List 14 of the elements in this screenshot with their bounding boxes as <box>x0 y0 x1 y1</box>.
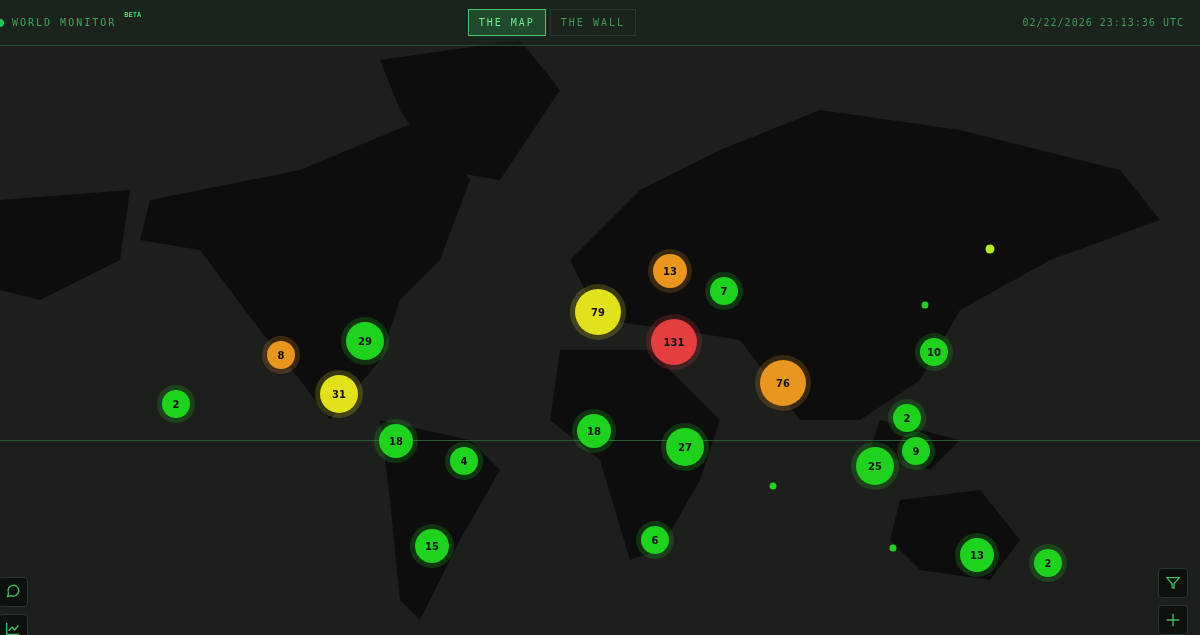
filter-button[interactable] <box>1158 568 1188 598</box>
zoom-in-icon <box>1164 611 1182 629</box>
filter-icon <box>1164 574 1182 592</box>
zoom-in-button[interactable] <box>1158 605 1188 635</box>
chart-icon <box>4 620 22 635</box>
clock: 02/22/2026 23:13:36 UTC <box>1022 16 1184 30</box>
location-dot[interactable] <box>921 301 929 309</box>
app-title: WORLD MONITOR <box>12 16 117 30</box>
location-dot[interactable] <box>889 544 897 552</box>
nav-tab[interactable]: THE WALL <box>549 9 636 36</box>
location-dot[interactable] <box>769 482 777 490</box>
nav-tab[interactable]: THE MAP <box>467 9 546 36</box>
location-dot[interactable] <box>985 244 995 254</box>
chat-button[interactable] <box>0 577 28 607</box>
